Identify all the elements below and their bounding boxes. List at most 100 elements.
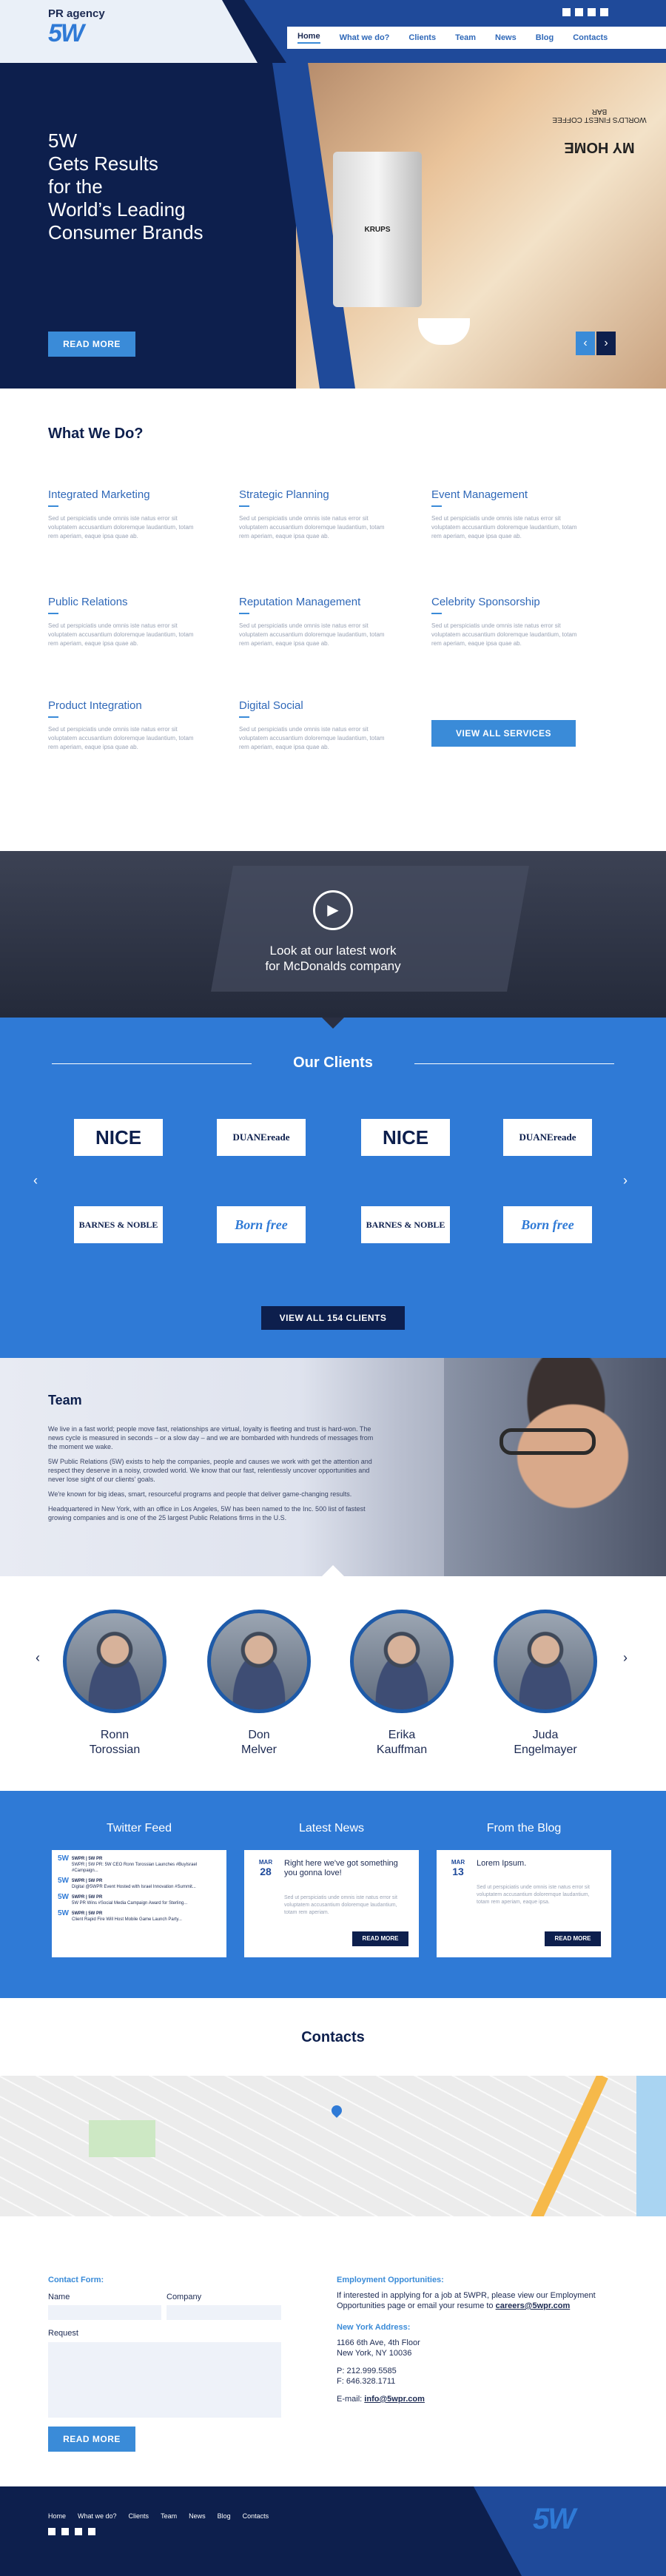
team-paragraph-3: We're known for big ideas, smart, resour… (48, 1490, 352, 1498)
service-strategic-planning[interactable]: Strategic Planning Sed ut perspiciatis un… (239, 488, 387, 541)
team-paragraph-2: 5W Public Relations (5W) exists to help … (48, 1458, 372, 1483)
clients-prev-arrow[interactable]: ‹ (33, 1173, 38, 1188)
from-the-blog-title: From the Blog (486, 1822, 562, 1835)
twitter-icon[interactable] (562, 8, 571, 16)
news-read-more-button[interactable]: READ MORE (352, 1931, 408, 1946)
team-member-card[interactable]: Ronn Torossian (59, 1610, 170, 1758)
client-logo-barnes-noble[interactable]: BARNES & NOBLE (74, 1206, 163, 1243)
careers-email-link[interactable]: careers@5wpr.com (496, 2301, 571, 2310)
twitter-icon[interactable] (48, 2528, 56, 2535)
service-event-management[interactable]: Event Management Sed ut perspiciatis unde… (431, 488, 579, 541)
footer-link-blog[interactable]: Blog (218, 2512, 231, 2520)
info-email-link[interactable]: info@5wpr.com (364, 2395, 425, 2404)
hero-line-4: World’s Leading (48, 198, 186, 221)
tweet-item[interactable]: 5W 5WPR | 5W PR 5W PR Wins #Social Media C… (58, 1894, 221, 1906)
linkedin-icon[interactable] (75, 2528, 82, 2535)
nav-blog[interactable]: Blog (536, 33, 554, 42)
service-title[interactable]: Product Integration (48, 699, 196, 712)
service-title[interactable]: Integrated Marketing (48, 488, 196, 501)
service-title[interactable]: Reputation Management (239, 596, 387, 608)
hero-prev-button[interactable]: ‹ (576, 332, 595, 355)
blog-read-more-button[interactable]: READ MORE (545, 1931, 601, 1946)
rss-icon[interactable] (88, 2528, 95, 2535)
news-headline[interactable]: Right here we've got something you gonna… (284, 1859, 410, 1878)
linkedin-icon[interactable] (588, 8, 596, 16)
service-title[interactable]: Strategic Planning (239, 488, 387, 501)
view-all-services-button[interactable]: VIEW ALL SERVICES (431, 720, 576, 747)
facebook-icon[interactable] (61, 2528, 69, 2535)
hero-read-more-button[interactable]: READ MORE (48, 332, 135, 357)
twitter-feed-title: Twitter Feed (106, 1822, 172, 1835)
team-portrait (444, 1358, 666, 1576)
team-prev-arrow[interactable]: ‹ (36, 1650, 40, 1666)
client-logo-barnes-noble[interactable]: BARNES & NOBLE (361, 1206, 450, 1243)
team-member-card[interactable]: Juda Engelmayer (490, 1610, 601, 1758)
nav-home[interactable]: Home (297, 32, 320, 44)
tweet-item[interactable]: 5W 5WPR | 5W PR Client Rapid Fire Will Hos… (58, 1910, 221, 1923)
request-label: Request (48, 2329, 78, 2338)
service-celebrity-sponsorship[interactable]: Celebrity Sponsorship Sed ut perspiciatis… (431, 596, 579, 648)
member-first-name: Juda (532, 1729, 559, 1741)
team-title: Team (48, 1393, 82, 1408)
nav-what-we-do[interactable]: What we do? (340, 33, 390, 42)
contacts-section: Contacts (0, 1998, 666, 2276)
service-underline (239, 716, 249, 718)
footer-link-home[interactable]: Home (48, 2512, 66, 2520)
team-member-card[interactable]: Don Melver (204, 1610, 314, 1758)
footer-link-team[interactable]: Team (161, 2512, 177, 2520)
service-underline (431, 613, 442, 614)
client-logo-duanereade[interactable]: DUANEreade (503, 1119, 592, 1156)
map-pin-icon[interactable] (329, 2103, 344, 2118)
service-underline (48, 505, 58, 507)
view-all-clients-button[interactable]: VIEW ALL 154 CLIENTS (261, 1306, 405, 1330)
glasses-shape (500, 1428, 596, 1455)
footer-logo[interactable]: 5W (533, 2503, 576, 2536)
video-banner: ▶ Look at our latest work for McDonalds … (0, 851, 666, 1018)
service-title[interactable]: Public Relations (48, 596, 196, 608)
request-textarea[interactable] (48, 2342, 281, 2418)
facebook-icon[interactable] (575, 8, 583, 16)
client-logo-duanereade[interactable]: DUANEreade (217, 1119, 306, 1156)
name-label: Name (48, 2293, 70, 2301)
tweet-item[interactable]: 5W 5WPR | 5W PR Digital @5WPR Event Hosted… (58, 1877, 221, 1890)
service-product-integration[interactable]: Product Integration Sed ut perspiciatis u… (48, 699, 196, 752)
team-member-card[interactable]: Erika Kauffman (346, 1610, 457, 1758)
client-logo-nice[interactable]: NICE (361, 1119, 450, 1156)
rss-icon[interactable] (600, 8, 608, 16)
blog-headline[interactable]: Lorem Ipsum. (477, 1859, 602, 1868)
client-logo-born-free[interactable]: Born free (503, 1206, 592, 1243)
footer-link-news[interactable]: News (189, 2512, 206, 2520)
name-field[interactable] (48, 2305, 161, 2320)
footer-link-what-we-do[interactable]: What we do? (78, 2512, 117, 2520)
nav-contacts[interactable]: Contacts (573, 33, 608, 42)
twitter-feed-card: 5W 5WPR | 5W PR 5WPR | 5W PR: 5W CEO Ronn … (52, 1850, 226, 1957)
team-next-arrow[interactable]: › (623, 1650, 628, 1666)
tweet-text: 5W PR Wins #Social Media Campaign Award … (72, 1901, 188, 1906)
tweet-item[interactable]: 5W 5WPR | 5W PR 5WPR | 5W PR: 5W CEO Ronn … (58, 1855, 221, 1874)
service-digital-social[interactable]: Digital Social Sed ut perspiciatis unde o… (239, 699, 387, 752)
service-public-relations[interactable]: Public Relations Sed ut perspiciatis unde… (48, 596, 196, 648)
service-title[interactable]: Celebrity Sponsorship (431, 596, 579, 608)
service-underline (239, 505, 249, 507)
company-field[interactable] (166, 2305, 281, 2320)
footer-link-contacts[interactable]: Contacts (243, 2512, 269, 2520)
client-logo-nice[interactable]: NICE (74, 1119, 163, 1156)
clients-next-arrow[interactable]: › (623, 1173, 628, 1188)
hero-next-button[interactable]: › (596, 332, 616, 355)
service-reputation-management[interactable]: Reputation Management Sed ut perspiciatis… (239, 596, 387, 648)
brand-logo[interactable]: 5W (48, 19, 84, 48)
header: PR agency 5W Home What we do? Clients Te… (0, 0, 666, 63)
service-title[interactable]: Event Management (431, 488, 579, 501)
service-title[interactable]: Digital Social (239, 699, 387, 712)
play-button[interactable]: ▶ (313, 890, 353, 930)
nav-news[interactable]: News (495, 33, 517, 42)
service-underline (431, 505, 442, 507)
service-integrated-marketing[interactable]: Integrated Marketing Sed ut perspiciatis … (48, 488, 196, 541)
client-logo-born-free[interactable]: Born free (217, 1206, 306, 1243)
map[interactable] (0, 2076, 666, 2216)
latest-news-title: Latest News (298, 1822, 365, 1835)
nav-team[interactable]: Team (455, 33, 476, 42)
form-submit-button[interactable]: READ MORE (48, 2427, 135, 2452)
nav-clients[interactable]: Clients (408, 33, 436, 42)
footer-link-clients[interactable]: Clients (129, 2512, 149, 2520)
